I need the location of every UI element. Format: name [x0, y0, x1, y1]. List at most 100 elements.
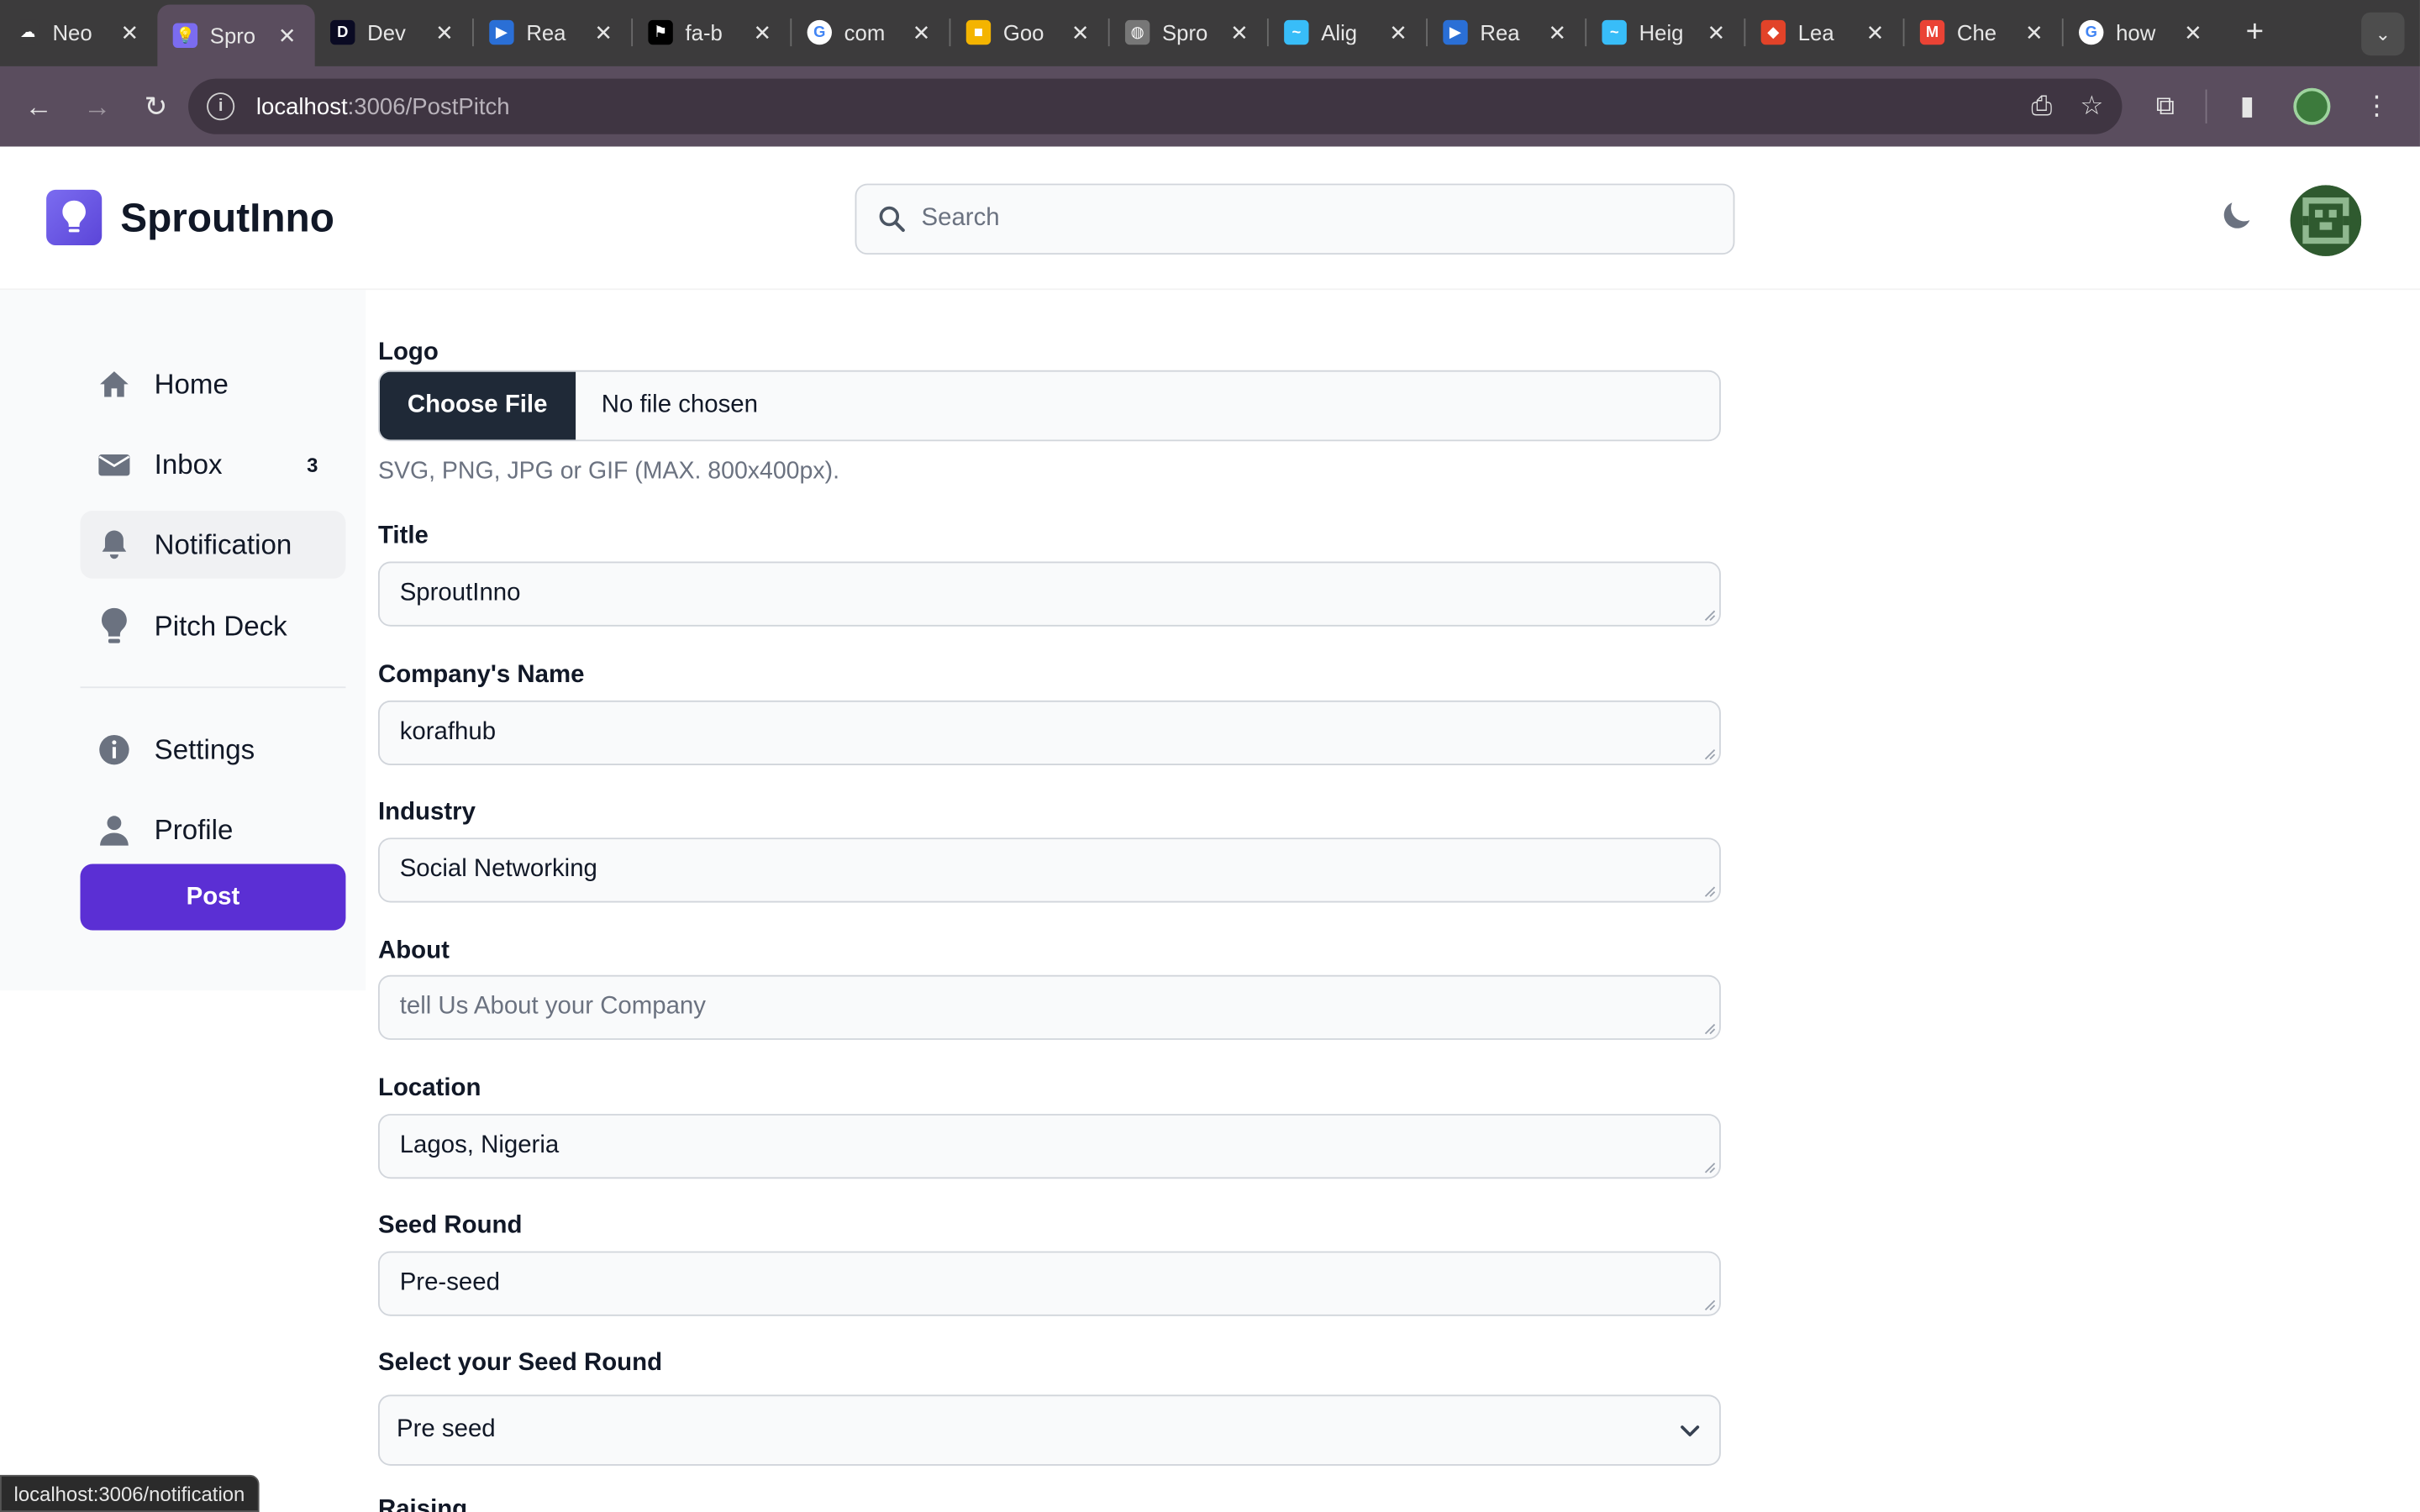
brand-name: SproutInno — [120, 193, 334, 240]
browser-menu-icon[interactable]: ⋮ — [2346, 91, 2407, 122]
seed-round-select[interactable]: Pre seed — [377, 1394, 1721, 1466]
resize-grip-icon[interactable] — [1704, 885, 1717, 898]
seed-round-label: Seed Round — [377, 1212, 523, 1239]
close-tab-icon[interactable]: ✕ — [909, 19, 934, 45]
tab-title: Neo — [52, 19, 92, 45]
close-tab-icon[interactable]: ✕ — [1545, 19, 1570, 45]
tab-favicon-icon: ⚑ — [648, 19, 673, 45]
sidebar-item-home[interactable]: Home — [81, 350, 346, 418]
close-tab-icon[interactable]: ✕ — [1704, 19, 1728, 45]
sidebar-item-label: Profile — [154, 813, 234, 845]
address-bar[interactable]: i localhost:3006/PostPitch ⎙ ☆ — [188, 78, 2123, 134]
browser-tab[interactable]: ☁ Neo ✕ — [0, 5, 157, 60]
close-tab-icon[interactable]: ✕ — [118, 19, 142, 45]
browser-tab[interactable]: ◆ Lea ✕ — [1745, 5, 1902, 60]
resize-grip-icon[interactable] — [1704, 1299, 1717, 1312]
tab-search-button[interactable]: ⌄ — [2361, 12, 2405, 56]
brand[interactable]: SproutInno — [46, 189, 334, 246]
search-box[interactable] — [855, 183, 1735, 255]
browser-tab[interactable]: D Dev ✕ — [315, 5, 472, 60]
close-tab-icon[interactable]: ✕ — [275, 23, 299, 49]
user-avatar[interactable] — [2290, 185, 2362, 256]
reload-icon[interactable]: ↻ — [129, 81, 182, 133]
close-tab-icon[interactable]: ✕ — [750, 19, 775, 45]
sidebar-item-notification[interactable]: Notification — [80, 510, 346, 579]
close-tab-icon[interactable]: ✕ — [2022, 19, 2046, 45]
tab-favicon-icon: G — [807, 19, 832, 45]
browser-profile-avatar[interactable] — [2293, 87, 2331, 125]
browser-tab[interactable]: ~ Alig ✕ — [1269, 5, 1426, 60]
browser-tab[interactable]: ▶ Rea ✕ — [1428, 5, 1585, 60]
tab-favicon-icon: ◍ — [1124, 19, 1150, 45]
seed-round-textarea[interactable]: Pre-seed — [377, 1251, 1721, 1316]
bookmark-star-icon[interactable]: ☆ — [2080, 91, 2103, 122]
close-tab-icon[interactable]: ✕ — [2181, 19, 2205, 45]
resize-grip-icon[interactable] — [1704, 1162, 1717, 1174]
close-tab-icon[interactable]: ✕ — [1863, 19, 1887, 45]
tab-title: com — [844, 19, 886, 45]
resize-grip-icon[interactable] — [1704, 1023, 1717, 1036]
tab-favicon-icon: ☁ — [15, 19, 40, 45]
new-tab-icon[interactable]: + — [2230, 15, 2280, 50]
search-input[interactable] — [921, 205, 1712, 234]
post-button[interactable]: Post — [80, 864, 346, 931]
extensions-icon[interactable]: ⧉ — [2134, 91, 2196, 122]
choose-file-button[interactable]: Choose File — [379, 371, 576, 440]
browser-tab[interactable]: ⚑ fa-b ✕ — [633, 5, 790, 60]
tab-title: Rea — [526, 19, 566, 45]
title-textarea[interactable]: SproutInno — [377, 561, 1721, 627]
select-seed-round-label: Select your Seed Round — [377, 1350, 663, 1377]
browser-tab[interactable]: ▶ Rea ✕ — [474, 5, 631, 60]
tab-favicon-icon: ▶ — [1443, 19, 1468, 45]
tab-title: fa-b — [685, 19, 723, 45]
browser-tab[interactable]: ◍ Spro ✕ — [1110, 5, 1267, 60]
company-name-textarea[interactable]: korafhub — [377, 700, 1721, 766]
location-textarea[interactable]: Lagos, Nigeria — [377, 1114, 1721, 1179]
close-tab-icon[interactable]: ✕ — [432, 19, 456, 45]
browser-tab[interactable]: M Che ✕ — [1904, 5, 2061, 60]
resize-grip-icon[interactable] — [1704, 609, 1717, 622]
tab-favicon-icon: G — [2079, 19, 2104, 45]
tab-favicon-icon: 💡 — [172, 23, 198, 48]
sidebar-item-profile[interactable]: Profile — [81, 796, 346, 864]
app-header: SproutInno — [0, 146, 2420, 291]
location-label: Location — [377, 1075, 481, 1102]
sidebar-item-pitch-deck[interactable]: Pitch Deck — [81, 592, 346, 660]
forward-icon[interactable]: → — [71, 81, 123, 133]
tab-title: Spro — [1162, 19, 1208, 45]
bell-icon — [96, 526, 133, 563]
title-value: SproutInno — [399, 580, 521, 606]
logo-hint-text: SVG, PNG, JPG or GIF (MAX. 800x400px). — [377, 458, 839, 485]
close-tab-icon[interactable]: ✕ — [1068, 19, 1092, 45]
install-app-icon[interactable]: ⎙ — [2031, 91, 2052, 122]
seed-round-value: Pre-seed — [399, 1269, 500, 1296]
industry-textarea[interactable]: Social Networking — [377, 837, 1721, 903]
sidebar-item-settings[interactable]: Settings — [81, 716, 346, 784]
logo-file-input[interactable]: Choose File No file chosen — [377, 370, 1721, 442]
company-name-value: korafhub — [399, 718, 497, 746]
close-tab-icon[interactable]: ✕ — [1386, 19, 1410, 45]
resize-grip-icon[interactable] — [1704, 748, 1717, 761]
search-icon — [879, 206, 905, 233]
tab-favicon-icon: ~ — [1602, 19, 1627, 45]
close-tab-icon[interactable]: ✕ — [591, 19, 615, 45]
side-panel-icon[interactable]: ▮ — [2217, 91, 2278, 122]
sidebar-item-label: Home — [154, 368, 229, 399]
back-icon[interactable]: ← — [13, 81, 65, 133]
browser-tab[interactable]: ~ Heig ✕ — [1586, 5, 1744, 60]
chevron-down-icon — [1681, 1425, 1700, 1436]
about-textarea[interactable]: tell Us About your Company — [377, 974, 1721, 1040]
close-tab-icon[interactable]: ✕ — [1227, 19, 1251, 45]
mail-icon — [96, 446, 133, 483]
browser-tab[interactable]: Ghow ✕ — [2064, 5, 2221, 60]
url-text[interactable]: localhost:3006/PostPitch — [256, 93, 2003, 119]
browser-toolbar: ← → ↻ i localhost:3006/PostPitch ⎙ ☆ ⧉ ▮… — [0, 66, 2420, 147]
browser-tab[interactable]: ■ Goo ✕ — [950, 5, 1107, 60]
site-info-icon[interactable]: i — [207, 92, 235, 121]
user-icon — [96, 811, 133, 848]
tab-title: Dev — [367, 19, 406, 45]
sidebar-item-inbox[interactable]: Inbox 3 — [81, 430, 346, 498]
browser-tab[interactable]: 💡 Spro ✕ — [157, 4, 315, 66]
browser-tab[interactable]: Gcom ✕ — [792, 5, 949, 60]
dark-mode-toggle-icon[interactable] — [2217, 196, 2257, 236]
